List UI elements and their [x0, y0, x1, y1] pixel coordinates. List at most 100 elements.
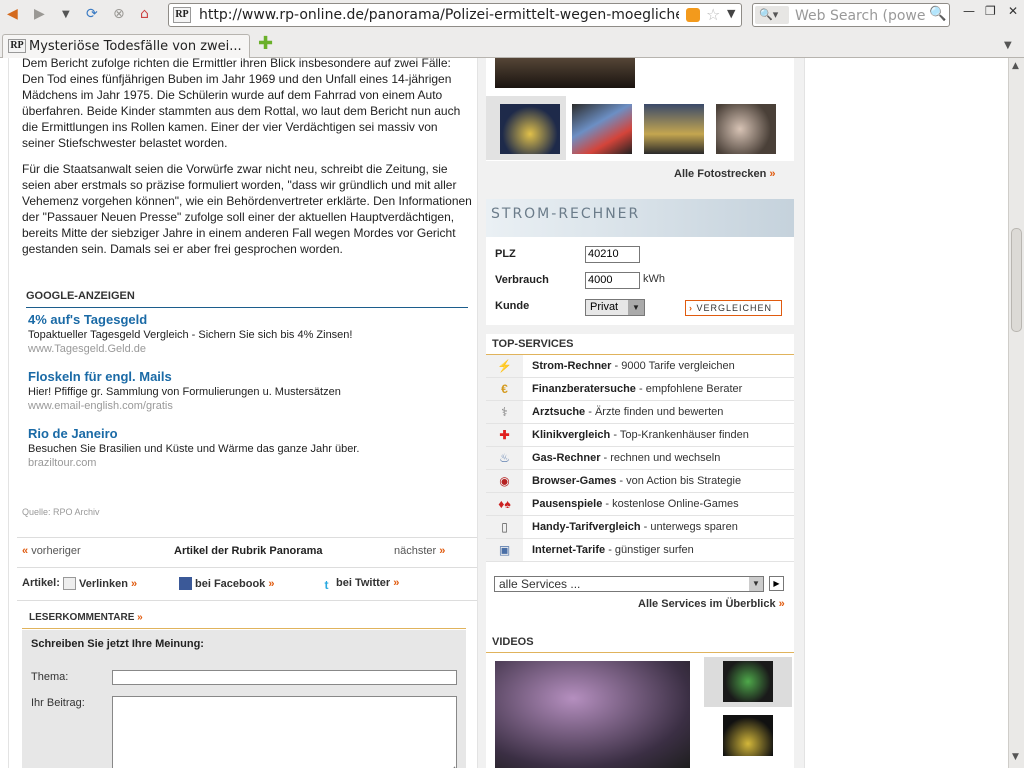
tab-list-icon[interactable]: ▼ — [1004, 40, 1012, 51]
twitter-icon: t — [324, 578, 329, 592]
facebook-icon — [179, 577, 192, 590]
arrow-right-icon: » — [439, 545, 446, 557]
ad-url[interactable]: braziltour.com — [28, 457, 359, 469]
euro-icon: € — [486, 378, 523, 400]
divider — [486, 652, 794, 653]
url-text[interactable]: http://www.rp-online.de/panorama/Polizei… — [199, 7, 679, 23]
maximize-icon[interactable]: ❐ — [985, 4, 996, 18]
video-thumb[interactable] — [723, 715, 773, 756]
doctor-icon: ⚕ — [486, 401, 523, 423]
tab-bar: RP Mysteriöse Todesfälle von zwei... ✚ ▼ — [0, 32, 1024, 58]
divider — [26, 307, 468, 308]
videos-title: VIDEOS — [492, 636, 534, 648]
service-item[interactable]: ◉ Browser-Games - von Action bis Strategi… — [486, 470, 794, 493]
body-textarea[interactable] — [112, 696, 457, 768]
verbrauch-label: Verbrauch — [495, 274, 549, 286]
mobile-phone-icon: ▯ — [486, 516, 523, 538]
share-twitter-button[interactable]: t bei Twitter » — [320, 577, 400, 592]
scroll-up-icon[interactable]: ▲ — [1012, 61, 1019, 71]
body-label: Ihr Beitrag: — [31, 697, 85, 709]
reload-icon[interactable]: ⟳ — [86, 6, 98, 22]
next-article-link[interactable]: nächster » — [394, 545, 445, 557]
gallery-thumb[interactable] — [500, 104, 560, 154]
article-column: Dem Bericht zufolge richten die Ermittle… — [8, 58, 478, 768]
tab-favicon: RP — [8, 39, 26, 53]
power-pylon-icon: ⚡ — [486, 355, 523, 377]
search-engine-icon[interactable]: 🔍▾ — [755, 6, 789, 24]
service-item[interactable]: € Finanzberatersuche - empfohlene Berater — [486, 378, 794, 401]
share-facebook-button[interactable]: bei Facebook » — [179, 577, 274, 590]
gallery-thumb[interactable] — [572, 104, 632, 154]
comments-title[interactable]: LESERKOMMENTARE » — [29, 612, 143, 623]
browser-chrome: ◀ ▶ ▼ ⟳ ⊗ ⌂ RP http://www.rp-online.de/p… — [0, 0, 1024, 58]
verbrauch-input[interactable]: 4000 — [585, 272, 640, 289]
prev-article-link[interactable]: « vorheriger — [22, 545, 81, 557]
subject-label: Thema: — [31, 671, 69, 683]
url-bar[interactable]: RP http://www.rp-online.de/panorama/Poli… — [168, 3, 742, 27]
plz-input[interactable]: 40210 — [585, 246, 640, 263]
tab-title[interactable]: Mysteriöse Todesfälle von zwei... — [29, 39, 247, 54]
service-item[interactable]: ⚕ Arztsuche - Ärzte finden und bewerten — [486, 401, 794, 424]
comment-form: Schreiben Sie jetzt Ihre Meinung: Thema:… — [22, 630, 466, 768]
tab-active[interactable]: RP Mysteriöse Todesfälle von zwei... — [2, 34, 250, 58]
kunde-label: Kunde — [495, 300, 530, 312]
source-note: Quelle: RPO Archiv — [22, 507, 100, 517]
kunde-select[interactable]: Privat ▼ — [585, 299, 645, 316]
share-link-button[interactable]: Verlinken » — [63, 577, 137, 590]
form-title: Schreiben Sie jetzt Ihre Meinung: — [31, 638, 204, 650]
photo-gallery — [486, 58, 794, 161]
scroll-down-icon[interactable]: ▼ — [1012, 752, 1019, 762]
video-thumb[interactable] — [723, 661, 773, 702]
subject-input[interactable] — [112, 670, 457, 685]
gallery-thumb[interactable] — [644, 104, 704, 154]
divider — [17, 537, 477, 538]
new-tab-icon[interactable]: ✚ — [258, 35, 274, 53]
back-icon[interactable]: ◀ — [7, 6, 18, 22]
ad-description: Besuchen Sie Brasilien und Küste und Wär… — [28, 443, 360, 455]
divider — [22, 628, 466, 629]
service-item[interactable]: ♦♠ Pausenspiele - kostenlose Online-Games — [486, 493, 794, 516]
url-dropdown-icon[interactable]: ▼ — [727, 7, 735, 20]
ad-item[interactable]: Floskeln für engl. Mails Hier! Pfiffige … — [28, 369, 341, 412]
forward-icon[interactable]: ▶ — [34, 6, 45, 22]
video-player[interactable] — [495, 661, 690, 768]
scroll-thumb[interactable] — [1011, 228, 1022, 332]
services-select[interactable]: alle Services ... ▼ — [494, 576, 764, 592]
history-dropdown-icon[interactable]: ▼ — [62, 9, 70, 20]
service-item[interactable]: ✚ Klinikvergleich - Top-Krankenhäuser fin… — [486, 424, 794, 447]
ad-item[interactable]: Rio de Janeiro Besuchen Sie Brasilien un… — [28, 426, 359, 469]
search-input[interactable]: Web Search (powered — [795, 8, 925, 24]
close-window-icon[interactable]: ✕ — [1008, 4, 1018, 18]
ad-headline[interactable]: Rio de Janeiro — [28, 426, 359, 441]
ad-headline[interactable]: 4% auf's Tagesgeld — [28, 312, 352, 327]
chevron-down-icon: ▼ — [628, 300, 644, 315]
ad-url[interactable]: www.email-english.com/gratis — [28, 400, 341, 412]
home-icon[interactable]: ⌂ — [140, 6, 149, 22]
article-paragraph: Für die Staatsanwalt seien die Vorwürfe … — [22, 162, 472, 256]
gallery-main-photo[interactable] — [495, 58, 635, 88]
gallery-thumb[interactable] — [716, 104, 776, 154]
divider — [17, 567, 477, 568]
service-item[interactable]: ♨ Gas-Rechner - rechnen und wechseln — [486, 447, 794, 470]
ad-headline[interactable]: Floskeln für engl. Mails — [28, 369, 341, 384]
minimize-icon[interactable]: — — [963, 4, 975, 18]
bookmark-star-icon[interactable]: ☆ — [706, 5, 720, 24]
top-services-box: TOP-SERVICES ⚡ Strom-Rechner - 9000 Tarif… — [486, 334, 794, 634]
service-item[interactable]: ▣ Internet-Tarife - günstiger surfen — [486, 539, 794, 562]
services-go-button[interactable]: ▶ — [769, 576, 784, 591]
all-galleries-link[interactable]: Alle Fotostrecken » — [674, 168, 776, 180]
compare-button[interactable]: › VERGLEICHEN — [685, 300, 782, 316]
page-viewport: Dem Bericht zufolge richten die Ermittle… — [0, 58, 1008, 768]
search-bar[interactable]: 🔍▾ Web Search (powered 🔍 — [752, 3, 950, 27]
right-margin — [804, 58, 1008, 768]
service-item[interactable]: ⚡ Strom-Rechner - 9000 Tarife vergleichen — [486, 355, 794, 378]
rss-icon[interactable] — [686, 8, 700, 22]
services-overview-link[interactable]: Alle Services im Überblick » — [638, 598, 785, 610]
vertical-scrollbar[interactable]: ▲ ▼ — [1008, 58, 1024, 768]
search-go-icon[interactable]: 🔍 — [929, 6, 946, 22]
stop-icon[interactable]: ⊗ — [113, 6, 125, 22]
service-item[interactable]: ▯ Handy-Tarifvergleich - unterwegs sparen — [486, 516, 794, 539]
ad-url[interactable]: www.Tagesgeld.Geld.de — [28, 343, 352, 355]
flame-icon: ♨ — [486, 447, 523, 469]
ad-item[interactable]: 4% auf's Tagesgeld Topaktueller Tagesgel… — [28, 312, 352, 355]
